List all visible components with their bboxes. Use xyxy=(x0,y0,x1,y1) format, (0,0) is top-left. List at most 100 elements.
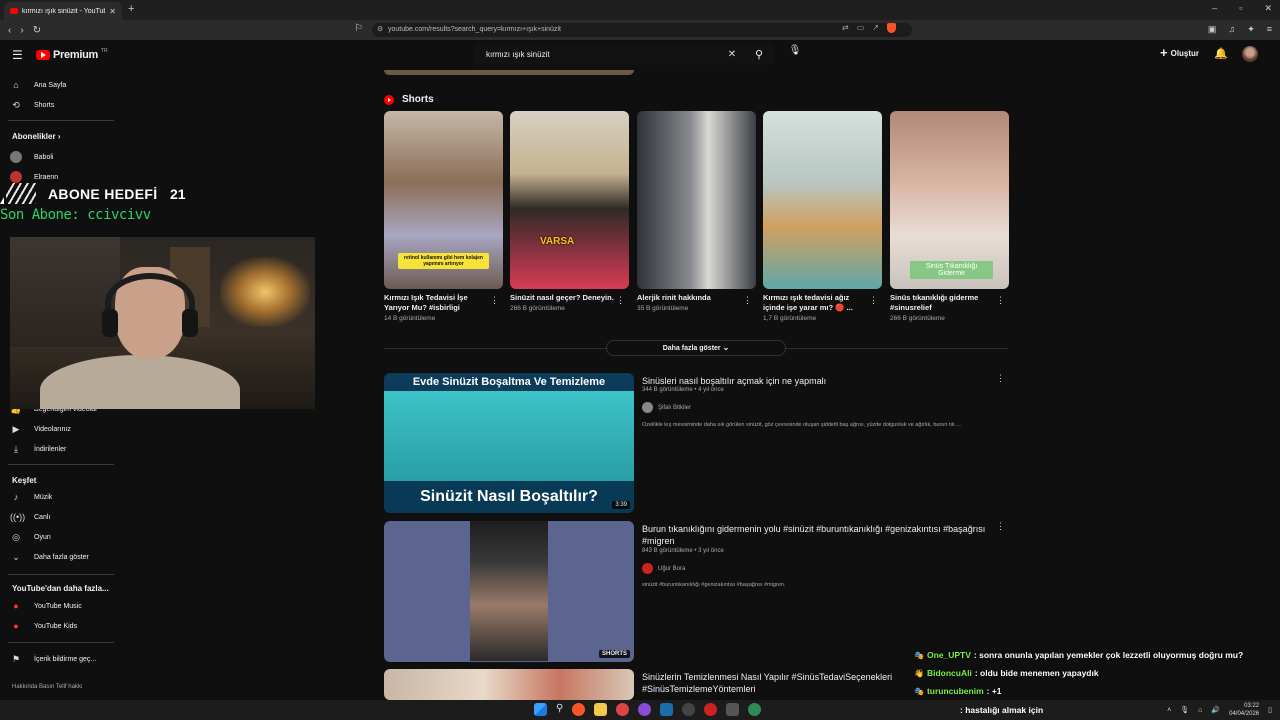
sidebar-show-more[interactable]: ⌄ Daha fazla göster xyxy=(10,550,89,564)
short-title[interactable]: Sinüs tıkanıklığı giderme #sinusrelief xyxy=(890,293,994,313)
guide-menu-icon[interactable]: ☰ xyxy=(12,48,23,62)
sidebar-toggle-icon[interactable]: ▣ xyxy=(1208,24,1217,35)
sidebar-item-downloads[interactable]: ⤓ İndirilenler xyxy=(10,442,66,456)
thumbnail-image xyxy=(470,521,548,661)
video-result[interactable]: SHORTS Burun tıkanıklığını gidermenin yo… xyxy=(384,521,1008,662)
short-card[interactable]: Alerjik rinit hakkında 35 B görüntüleme … xyxy=(637,111,756,312)
menu-icon[interactable]: ≡ xyxy=(1267,24,1272,35)
short-thumbnail[interactable]: VARSA xyxy=(510,111,629,289)
chevron-up-icon[interactable]: ˄ xyxy=(1167,707,1171,714)
sidebar-footer-links[interactable]: Hakkında Basın Telif hakkı xyxy=(12,684,83,690)
short-thumbnail[interactable] xyxy=(637,111,756,289)
app-icon[interactable] xyxy=(704,703,718,716)
video-title[interactable]: Sinüsleri nasıl boşaltılır açmak için ne… xyxy=(642,375,992,387)
clock[interactable]: 03:22 04/04/2026 xyxy=(1229,702,1259,718)
video-channel[interactable]: Şifalı Bitkiler xyxy=(642,402,691,413)
sidebar-item-shorts[interactable]: ⟲ Shorts xyxy=(10,98,54,112)
video-thumbnail[interactable]: SHORTS xyxy=(384,521,634,662)
search-button[interactable]: ⚲ xyxy=(744,43,774,65)
sidebar-item-music[interactable]: ♪ Müzik xyxy=(10,490,53,504)
sidebar-item-gaming[interactable]: ◎ Oyun xyxy=(10,530,51,544)
plus-icon: + xyxy=(1160,45,1168,60)
app-icon[interactable] xyxy=(616,703,630,716)
video-channel[interactable]: Uğur Bora xyxy=(642,563,685,574)
app-icon[interactable] xyxy=(748,703,762,716)
minimize-icon[interactable]: – xyxy=(1212,3,1217,14)
video-result[interactable]: Evde Sinüzit Boşaltma Ve Temizleme Sinüz… xyxy=(384,373,1008,513)
browser-tab[interactable]: kırmızı ışık sinüzit - YouTube ✕ xyxy=(4,2,122,20)
video-title[interactable]: Burun tıkanıklığını gidermenin yolu #sin… xyxy=(642,523,992,547)
more-options-icon[interactable]: ⋮ xyxy=(996,373,1005,384)
more-options-icon[interactable]: ⋮ xyxy=(996,521,1005,532)
last-subscriber-text: Son Abone: ccivcivv xyxy=(0,207,151,223)
notifications-bell-icon[interactable]: 🔔 xyxy=(1214,47,1228,60)
search-icon[interactable]: ⚲ xyxy=(556,703,563,716)
sidebar-item-your-videos[interactable]: ▶ Videolarınız xyxy=(10,422,71,436)
url-field[interactable]: ⚙ youtube.com/results?search_query=kırmı… xyxy=(372,23,912,37)
back-icon[interactable]: ‹ xyxy=(8,25,11,36)
clear-search-icon[interactable]: ✕ xyxy=(720,49,744,60)
video-thumbnail[interactable]: Evde Sinüzit Boşaltma Ve Temizleme Sinüz… xyxy=(384,373,634,513)
more-options-icon[interactable]: ⋮ xyxy=(869,295,878,306)
sidebar-item-home[interactable]: ⌂ Ana Sayfa xyxy=(10,78,66,92)
more-options-icon[interactable]: ⋮ xyxy=(996,295,1005,306)
short-thumbnail[interactable]: retinol kullanımı gibi hem kolajen yapım… xyxy=(384,111,503,289)
short-card[interactable]: VARSA Sinüzit nasıl geçer? Deneyin. 266 … xyxy=(510,111,629,312)
forward-icon[interactable]: › xyxy=(20,25,23,36)
show-more-button[interactable]: Daha fazla göster ⌄ xyxy=(606,340,786,356)
sidebar-item-youtube-kids[interactable]: ● YouTube Kids xyxy=(10,619,77,633)
short-card[interactable]: Kırmızı ışık tedavisi ağız içinde işe ya… xyxy=(763,111,882,322)
new-tab-button[interactable]: + xyxy=(128,3,134,15)
notification-icon[interactable]: ▯ xyxy=(1268,706,1272,714)
short-title[interactable]: Kırmızı Işık Tedavisi İşe Yarıyor Mu? #i… xyxy=(384,293,488,313)
short-card[interactable]: Sinüs Tıkanıklığı Giderme Sinüs tıkanıkl… xyxy=(890,111,1009,322)
home-icon: ⌂ xyxy=(13,80,19,90)
youtube-logo[interactable]: Premium TR xyxy=(36,48,108,61)
short-title[interactable]: Alerjik rinit hakkında xyxy=(637,293,741,303)
short-thumbnail[interactable] xyxy=(763,111,882,289)
video-thumbnail[interactable] xyxy=(384,669,634,700)
translate-icon[interactable]: ⇄ xyxy=(842,23,849,33)
more-options-icon[interactable]: ⋮ xyxy=(743,295,752,306)
short-title[interactable]: Sinüzit nasıl geçer? Deneyin. xyxy=(510,293,614,303)
steam-icon[interactable] xyxy=(660,703,674,716)
sidebar-item-youtube-music[interactable]: ● YouTube Music xyxy=(10,599,81,613)
sidebar-channel-baboli[interactable]: Baboli xyxy=(10,150,53,164)
maximize-icon[interactable]: ▫ xyxy=(1239,3,1242,14)
app-icon[interactable] xyxy=(726,703,740,716)
volume-icon[interactable]: 🔊 xyxy=(1211,706,1220,714)
bookmark-icon[interactable]: ⚐ xyxy=(354,23,363,34)
more-options-icon[interactable]: ⋮ xyxy=(616,295,625,306)
thumbnail-title-bottom: Sinüzit Nasıl Boşaltılır? xyxy=(384,481,634,513)
brave-browser-icon[interactable] xyxy=(572,703,586,716)
voice-search-icon[interactable]: 🎙 xyxy=(785,45,805,63)
mic-icon[interactable]: 🎙 xyxy=(1180,706,1189,714)
account-avatar[interactable] xyxy=(1242,46,1258,62)
network-icon[interactable]: ⌂ xyxy=(1198,707,1202,714)
cast-icon[interactable]: ▭ xyxy=(857,23,865,33)
close-tab-icon[interactable]: ✕ xyxy=(109,7,116,16)
close-window-icon[interactable]: ✕ xyxy=(1264,3,1272,14)
short-title[interactable]: Kırmızı ışık tedavisi ağız içinde işe ya… xyxy=(763,293,867,313)
file-explorer-icon[interactable] xyxy=(594,703,608,716)
reload-icon[interactable]: ↻ xyxy=(33,25,41,36)
windows-start-icon[interactable] xyxy=(534,703,547,716)
search-input[interactable]: kırmızı ışık sinüzit xyxy=(474,50,720,59)
subscriptions-heading[interactable]: Abonelikler › xyxy=(12,132,60,141)
share-icon[interactable]: ↗ xyxy=(872,23,879,33)
sidebar-item-report-history[interactable]: ⚑ İçerik bildirme geç... xyxy=(10,652,96,666)
shorts-shelf-heading: Shorts xyxy=(384,94,434,105)
discord-icon[interactable] xyxy=(638,703,652,716)
short-card[interactable]: retinol kullanımı gibi hem kolajen yapım… xyxy=(384,111,503,322)
sidebar-item-live[interactable]: ((•)) Canlı xyxy=(10,510,50,524)
brave-shield-icon[interactable] xyxy=(886,23,896,33)
obs-icon[interactable] xyxy=(682,703,696,716)
extensions-icon[interactable]: ✦ xyxy=(1247,24,1255,35)
sidebar-channel-elraenn[interactable]: Elraenn xyxy=(10,170,58,184)
chevron-down-icon: ⌄ xyxy=(722,343,730,352)
short-thumbnail[interactable]: Sinüs Tıkanıklığı Giderme xyxy=(890,111,1009,289)
site-info-icon[interactable]: ⚙ xyxy=(377,23,383,37)
more-options-icon[interactable]: ⋮ xyxy=(490,295,499,306)
create-button[interactable]: + Oluştur xyxy=(1160,45,1199,60)
media-icon[interactable]: ♫ xyxy=(1228,24,1235,35)
